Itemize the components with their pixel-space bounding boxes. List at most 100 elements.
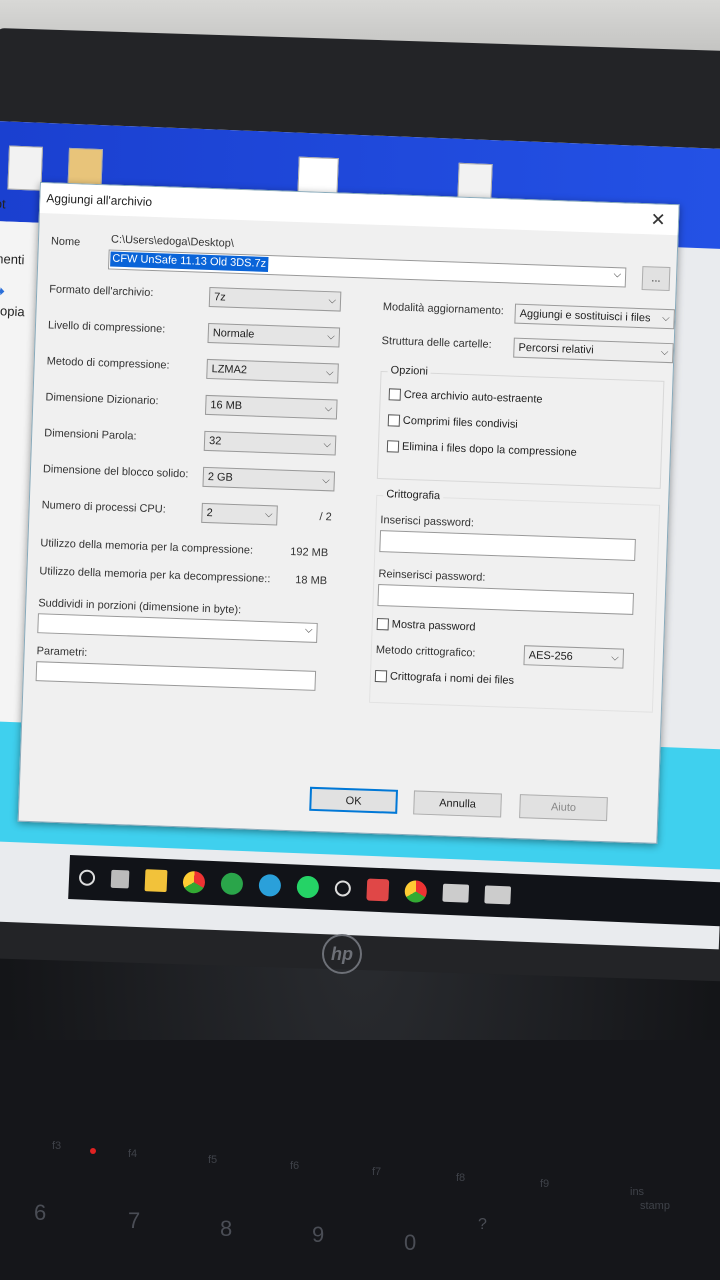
key[interactable]: ? bbox=[478, 1216, 487, 1234]
key[interactable]: 9 bbox=[312, 1222, 324, 1248]
word-label: Dimensioni Parola: bbox=[44, 427, 137, 443]
cpu-select[interactable]: 2 ⌵ bbox=[201, 502, 278, 526]
mem-decomp-label: Utilizzo della memoria per ka decompress… bbox=[39, 565, 271, 586]
status-led bbox=[90, 1148, 96, 1154]
split-combo[interactable]: ⌵ bbox=[37, 613, 318, 643]
method-value: LZMA2 bbox=[211, 363, 248, 377]
encryption-group: Crittografia Inserisci password: Reinser… bbox=[369, 488, 661, 713]
key[interactable]: 7 bbox=[128, 1208, 140, 1234]
desktop-file-icon[interactable] bbox=[7, 145, 44, 191]
arrow-icon: ➡ bbox=[0, 282, 6, 301]
chevron-down-icon: ⌵ bbox=[328, 295, 337, 307]
delete-label: Elimina i files dopo la compressione bbox=[401, 440, 577, 459]
chevron-down-icon[interactable]: ⌵ bbox=[305, 625, 313, 636]
chevron-down-icon: ⌵ bbox=[324, 403, 333, 415]
chevron-down-icon[interactable]: ⌵ bbox=[613, 269, 621, 280]
encrypt-names-checkbox[interactable]: Crittografa i nomi dei files bbox=[374, 669, 514, 687]
7zip-icon[interactable] bbox=[442, 883, 470, 903]
checkbox-box[interactable] bbox=[386, 440, 400, 453]
delete-checkbox[interactable]: Elimina i files dopo la compressione bbox=[386, 440, 577, 459]
level-select[interactable]: Normale ⌵ bbox=[207, 322, 341, 348]
sfx-label: Crea archivio auto-estraente bbox=[403, 388, 543, 406]
chevron-down-icon: ⌵ bbox=[610, 652, 619, 664]
enc-method-select[interactable]: AES-256 ⌵ bbox=[523, 645, 625, 669]
paths-label: Struttura delle cartelle: bbox=[381, 335, 492, 351]
options-group: Opzioni Crea archivio auto-estraente Com… bbox=[376, 364, 665, 489]
stamp-label: stamp bbox=[640, 1200, 670, 1212]
method-label: Metodo di compressione: bbox=[46, 355, 170, 372]
cancel-button[interactable]: Annulla bbox=[413, 790, 502, 818]
task-view-icon[interactable] bbox=[110, 869, 130, 889]
anydesk-icon[interactable] bbox=[366, 878, 390, 902]
start-search-icon[interactable] bbox=[78, 869, 96, 887]
method-select[interactable]: LZMA2 ⌵ bbox=[206, 358, 339, 384]
key[interactable]: 8 bbox=[220, 1216, 232, 1242]
mem-comp-label: Utilizzo della memoria per la compressio… bbox=[40, 537, 254, 557]
update-value: Aggiungi e sostituisci i files bbox=[519, 307, 651, 325]
update-select[interactable]: Aggiungi e sostituisci i files ⌵ bbox=[514, 303, 675, 330]
fn-label: f7 bbox=[372, 1166, 382, 1178]
fn-label: f3 bbox=[52, 1140, 62, 1152]
key[interactable]: 0 bbox=[404, 1230, 416, 1256]
update-label: Modalità aggiornamento: bbox=[382, 301, 505, 318]
word-select[interactable]: 32 ⌵ bbox=[203, 430, 337, 456]
copy-button[interactable]: Copia bbox=[0, 303, 25, 319]
format-select[interactable]: 7z ⌵ bbox=[208, 286, 342, 312]
explorer-label-1: ot bbox=[0, 196, 6, 212]
checkbox-box[interactable] bbox=[388, 388, 402, 401]
close-icon[interactable]: ✕ bbox=[638, 205, 679, 234]
solid-select[interactable]: 2 GB ⌵ bbox=[202, 466, 336, 492]
shared-checkbox[interactable]: Comprimi files condivisi bbox=[387, 414, 518, 431]
password2-input[interactable] bbox=[377, 584, 635, 615]
level-label: Livello di compressione: bbox=[47, 319, 166, 336]
file-explorer-icon[interactable] bbox=[144, 869, 168, 893]
paths-select[interactable]: Percorsi relativi ⌵ bbox=[513, 337, 674, 364]
app-green-icon[interactable] bbox=[220, 872, 244, 896]
checkbox-box[interactable] bbox=[387, 414, 401, 427]
options-title: Opzioni bbox=[387, 364, 432, 378]
chevron-down-icon: ⌵ bbox=[326, 331, 335, 343]
browse-button[interactable]: ... bbox=[641, 266, 671, 292]
sfx-checkbox[interactable]: Crea archivio auto-estraente bbox=[388, 388, 543, 406]
enc-method-label: Metodo crittografico: bbox=[375, 644, 476, 660]
help-button[interactable]: Aiuto bbox=[519, 794, 608, 822]
hp-logo: hp bbox=[322, 934, 362, 974]
fn-label: f4 bbox=[128, 1148, 138, 1160]
encryption-title: Crittografia bbox=[383, 488, 444, 503]
fn-label: f9 bbox=[540, 1178, 550, 1190]
enc-method-value: AES-256 bbox=[528, 649, 573, 663]
chevron-down-icon: ⌵ bbox=[323, 439, 332, 451]
format-value: 7z bbox=[213, 291, 226, 304]
telegram-icon[interactable] bbox=[258, 873, 282, 897]
chevron-down-icon: ⌵ bbox=[660, 346, 669, 359]
fn-label: f5 bbox=[208, 1154, 218, 1166]
dict-select[interactable]: 16 MB ⌵ bbox=[204, 394, 338, 420]
key[interactable]: 6 bbox=[34, 1200, 46, 1226]
fn-label: ins bbox=[630, 1186, 645, 1198]
format-label: Formato dell'archivio: bbox=[49, 283, 154, 300]
show-password-checkbox[interactable]: Mostra password bbox=[376, 618, 476, 634]
ok-button[interactable]: OK bbox=[309, 786, 399, 814]
show-password-label: Mostra password bbox=[391, 618, 476, 634]
chrome-icon-2[interactable] bbox=[404, 880, 428, 903]
fn-label: f8 bbox=[456, 1172, 466, 1184]
photo-scene: ot menti ➡ Copia Aggiungi all'archivio ✕… bbox=[0, 0, 720, 1280]
app-circle-icon[interactable] bbox=[334, 880, 352, 897]
cpu-value: 2 bbox=[206, 507, 213, 520]
params-input[interactable] bbox=[35, 661, 317, 691]
keyboard: f3 f4 f5 f6 f7 f8 f9 ins stamp 6 7 8 9 0… bbox=[0, 1040, 720, 1280]
dialog-title: Aggiungi all'archivio bbox=[46, 191, 153, 209]
chevron-down-icon: ⌵ bbox=[661, 312, 670, 325]
chrome-icon[interactable] bbox=[182, 870, 206, 894]
checkbox-box[interactable] bbox=[374, 669, 388, 683]
fn-label: f6 bbox=[290, 1160, 300, 1172]
checkbox-box[interactable] bbox=[376, 618, 389, 631]
word-value: 32 bbox=[208, 435, 222, 448]
password-input[interactable] bbox=[379, 530, 636, 562]
path-text: C:\Users\edoga\Desktop\ bbox=[110, 233, 235, 250]
solid-label: Dimensione del blocco solido: bbox=[42, 463, 189, 481]
mem-decomp-value: 18 MB bbox=[295, 574, 328, 588]
7zip-icon-2[interactable] bbox=[484, 885, 512, 905]
password-label: Inserisci password: bbox=[380, 514, 475, 530]
whatsapp-icon[interactable] bbox=[296, 875, 320, 899]
